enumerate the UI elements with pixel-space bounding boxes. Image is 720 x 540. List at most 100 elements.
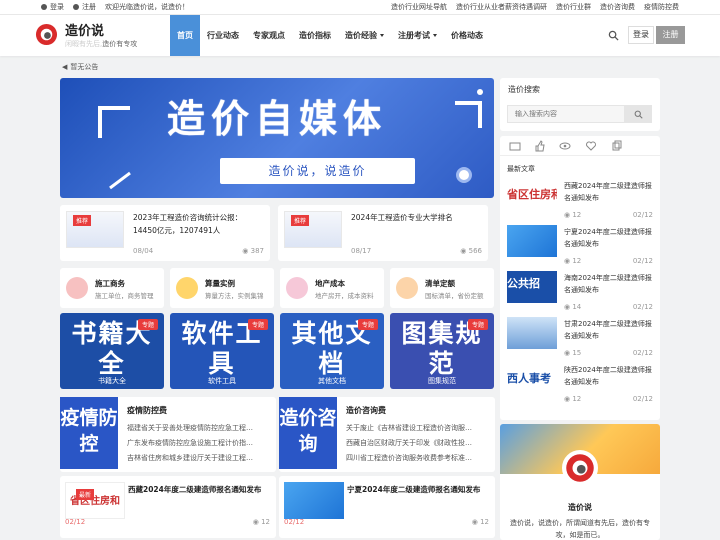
eye-icon[interactable] bbox=[559, 140, 571, 152]
top-link[interactable]: 造价行业从业者薪资待遇调研 bbox=[456, 2, 547, 12]
latest-item[interactable]: 甘肃2024年度二级建造师报名通知发布 ◉ 15 02/12 bbox=[507, 317, 657, 363]
featured-date: 08/17 bbox=[351, 247, 372, 255]
banner-indicator[interactable] bbox=[456, 167, 472, 183]
section-title[interactable]: 疫情防控费 bbox=[127, 405, 167, 416]
chevron-down-icon bbox=[433, 34, 437, 37]
category-card[interactable]: 地产成本 地产房开，成本资料 bbox=[280, 268, 384, 308]
category-name: 施工商务 bbox=[95, 279, 125, 288]
topic-badge: 专题 bbox=[467, 319, 488, 330]
user-plus-icon bbox=[73, 4, 79, 10]
category-card[interactable]: 清单定额 国标清单，省份定额 bbox=[390, 268, 494, 308]
copy-icon[interactable] bbox=[611, 140, 623, 152]
latest-views: ◉ 15 bbox=[564, 349, 581, 357]
featured-views: ◉ 387 bbox=[242, 247, 264, 255]
nav-exam[interactable]: 注册考试 bbox=[391, 15, 444, 56]
section-link[interactable]: 福建省关于妥善处理疫情防控应急工程… bbox=[127, 423, 270, 433]
folder-icon[interactable] bbox=[509, 140, 521, 152]
brand-name[interactable]: 造价说 bbox=[65, 20, 104, 39]
top-link[interactable]: 造价咨询费 bbox=[600, 2, 635, 12]
header: 造价说 闲暇有先后,造价有专攻 首页 行业动态 专家观点 造价指标 造价经验 注… bbox=[0, 15, 720, 56]
register-link[interactable]: 注册 bbox=[73, 2, 96, 12]
recommend-badge: 推荐 bbox=[291, 215, 310, 226]
chevron-down-icon bbox=[380, 34, 384, 37]
nav-home[interactable]: 首页 bbox=[170, 15, 200, 56]
section-image[interactable]: 疫情防控 bbox=[60, 397, 118, 469]
topic-tile[interactable]: 图集规范 专题 图集规范 bbox=[390, 313, 494, 389]
thumbs-up-icon[interactable] bbox=[534, 140, 546, 152]
post-card[interactable]: 省区住房和 最新 西藏2024年度二级建造师报名通知发布 02/12 ◉ 12 bbox=[60, 476, 276, 538]
notice-text: 暂无公告 bbox=[70, 63, 99, 71]
featured-title[interactable]: 2023年工程造价咨询统计公报：14450亿元，1207491人 bbox=[133, 211, 265, 237]
topic-tile[interactable]: 其他文档 专题 其他文档 bbox=[280, 313, 384, 389]
new-badge: 最新 bbox=[76, 489, 95, 500]
section-title[interactable]: 造价咨询费 bbox=[346, 405, 386, 416]
latest-item[interactable]: 省区住房和 西藏2024年度二级建造师报名通知发布 ◉ 12 02/12 bbox=[507, 179, 657, 225]
latest-thumbnail: 西人事考 bbox=[507, 363, 557, 395]
views-count: 566 bbox=[468, 247, 482, 255]
section-image[interactable]: 造价咨询 bbox=[279, 397, 337, 469]
eye-icon: ◉ bbox=[252, 518, 262, 526]
slogan-part: 造价有专攻 bbox=[102, 40, 138, 48]
topic-badge: 专题 bbox=[247, 319, 268, 330]
welcome-text: 欢迎光临造价说，说造价！ bbox=[105, 3, 189, 11]
search-button[interactable] bbox=[625, 105, 652, 123]
search-icon[interactable] bbox=[608, 30, 619, 41]
category-icon bbox=[66, 277, 88, 299]
section-link[interactable]: 广东发布疫情防控应急设施工程计价指… bbox=[127, 438, 270, 448]
heart-icon[interactable] bbox=[585, 140, 597, 152]
category-desc: 算量方法，实例集锦 bbox=[205, 292, 264, 300]
latest-item[interactable]: 西人事考 陕西2024年度二级建造师报名通知发布 ◉ 12 02/12 bbox=[507, 363, 657, 409]
featured-title[interactable]: 2024年工程造价专业大学排名 bbox=[351, 211, 483, 224]
login-link[interactable]: 登录 bbox=[41, 2, 64, 12]
top-link[interactable]: 疫情防控费 bbox=[644, 2, 679, 12]
top-link[interactable]: 造价行业群 bbox=[556, 2, 591, 12]
nav-indicators[interactable]: 造价指标 bbox=[292, 15, 338, 56]
tile-caption: 软件工具 bbox=[208, 377, 236, 385]
logo-icon[interactable] bbox=[35, 23, 58, 46]
search-icon bbox=[634, 110, 643, 119]
nav-industry[interactable]: 行业动态 bbox=[200, 15, 246, 56]
section-link[interactable]: 关于废止《吉林省建设工程造价咨询服… bbox=[346, 423, 489, 433]
section-link[interactable]: 四川省工程造价咨询服务收费参考标准… bbox=[346, 453, 489, 463]
post-title[interactable]: 西藏2024年度二级建造师报名通知发布 bbox=[128, 484, 261, 495]
banner[interactable]: 造价自媒体 造价说，说造价 bbox=[60, 78, 494, 198]
eye-icon: ◉ bbox=[460, 247, 469, 255]
topic-tile[interactable]: 书籍大全 专题 书籍大全 bbox=[60, 313, 164, 389]
section-link[interactable]: 吉林省住房和城乡建设厅关于建设工程… bbox=[127, 453, 270, 463]
post-card[interactable]: 宁夏2024年度二级建造师报名通知发布 02/12 ◉ 12 bbox=[279, 476, 495, 538]
views-count: 12 bbox=[480, 518, 489, 526]
nav-label: 造价经验 bbox=[345, 31, 377, 40]
post-date: 02/12 bbox=[284, 518, 305, 526]
views-count: 12 bbox=[572, 211, 582, 219]
topic-tile[interactable]: 软件工具 专题 软件工具 bbox=[170, 313, 274, 389]
latest-title: 最新文章 bbox=[507, 165, 535, 173]
register-button[interactable]: 注册 bbox=[656, 26, 685, 44]
top-link[interactable]: 造价行业网址导航 bbox=[391, 2, 447, 12]
latest-views: ◉ 12 bbox=[564, 395, 581, 403]
post-views: ◉ 12 bbox=[472, 518, 489, 526]
nav-prices[interactable]: 价格动态 bbox=[444, 15, 490, 56]
featured-card[interactable]: 推荐 2023年工程造价咨询统计公报：14450亿元，1207491人 08/0… bbox=[60, 205, 270, 261]
banner-title: 造价自媒体 bbox=[166, 97, 387, 141]
about-desc: 造价说，说造价，所谓闻道有先后，造价有专攻，如是而已。 bbox=[510, 519, 650, 539]
login-button[interactable]: 登录 bbox=[628, 26, 654, 44]
nav-experts[interactable]: 专家观点 bbox=[246, 15, 292, 56]
latest-item-title: 宁夏2024年度二级建造师报名通知发布 bbox=[564, 228, 652, 248]
latest-widget: 最新文章 省区住房和 西藏2024年度二级建造师报名通知发布 ◉ 12 02/12 宁… bbox=[500, 136, 660, 420]
featured-card[interactable]: 推荐 2024年工程造价专业大学排名 08/17 ◉ 566 bbox=[278, 205, 488, 261]
user-icon bbox=[41, 4, 47, 10]
latest-item-title: 西藏2024年度二级建造师报名通知发布 bbox=[564, 182, 652, 202]
category-card[interactable]: 施工商务施工单位，商务管理 bbox=[60, 268, 164, 308]
latest-item[interactable]: 公共招 海南2024年度二级建造师报名通知发布 ◉ 14 02/12 bbox=[507, 271, 657, 317]
category-desc: 施工单位，商务管理 bbox=[95, 292, 154, 300]
latest-item[interactable]: 宁夏2024年度二级建造师报名通知发布 ◉ 12 02/12 bbox=[507, 225, 657, 271]
search-input[interactable] bbox=[507, 105, 625, 123]
tile-caption: 书籍大全 bbox=[98, 377, 126, 385]
register-text: 注册 bbox=[82, 3, 96, 11]
section-link[interactable]: 西藏自治区财政厅关于印发《财政性投… bbox=[346, 438, 489, 448]
nav-experience[interactable]: 造价经验 bbox=[338, 15, 391, 56]
category-card[interactable]: 算量实例 算量方法，实例集锦 bbox=[170, 268, 274, 308]
post-title[interactable]: 宁夏2024年度二级建造师报名通知发布 bbox=[347, 484, 480, 495]
views-count: 15 bbox=[572, 349, 582, 357]
views-count: 14 bbox=[572, 303, 582, 311]
